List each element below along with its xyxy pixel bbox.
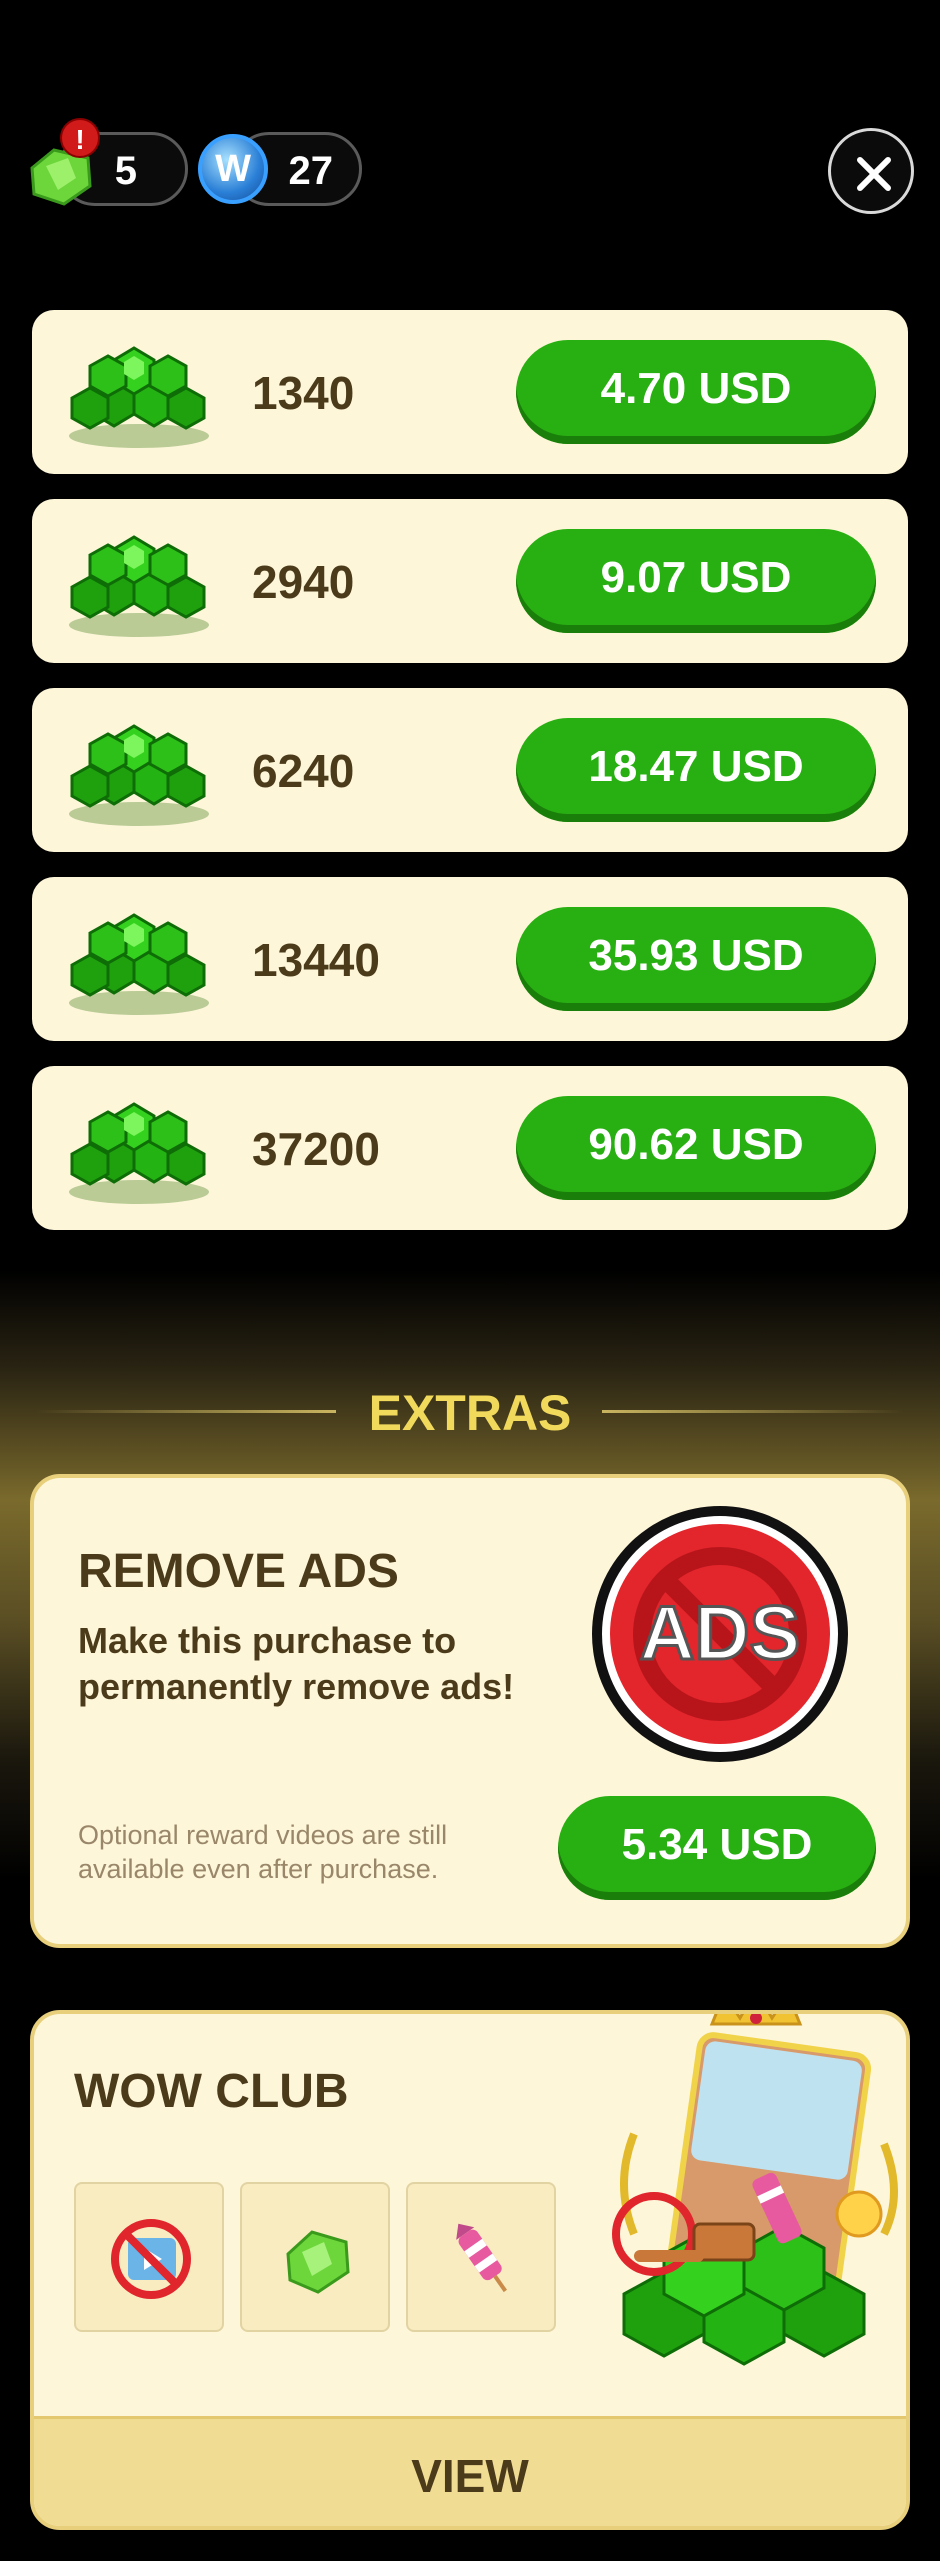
view-button-label: VIEW — [411, 2450, 529, 2502]
firework-rocket-icon — [456, 2223, 508, 2293]
gem-pile-icon — [67, 1102, 211, 1206]
wow-club-card[interactable]: WOW CLUB VIEW — [30, 2010, 910, 2530]
buy-button[interactable]: 90.62 USD — [516, 1096, 876, 1200]
remove-ads-note: Optional reward videos are still availab… — [78, 1820, 448, 1884]
pack-amount: 37200 — [252, 1123, 380, 1175]
wow-coin-icon: W — [198, 134, 268, 204]
gem-pile-icon — [67, 346, 211, 450]
pack-amount: 1340 — [252, 367, 355, 419]
close-icon — [857, 157, 891, 191]
gem-icon — [286, 2230, 350, 2294]
pack-amount: 6240 — [252, 745, 355, 797]
gem-pack-5: 37200 90.62 USD — [32, 1066, 908, 1230]
gems-count: 5 — [114, 149, 137, 193]
gem-pack-4: 13440 35.93 USD — [32, 877, 908, 1041]
gem-pack-1: 1340 4.70 USD — [32, 310, 908, 474]
coins-count: 27 — [288, 149, 334, 193]
gem-pack-3: 6240 18.47 USD — [32, 688, 908, 852]
perk-no-ads — [74, 2182, 224, 2332]
wow-club-title: WOW CLUB — [74, 2065, 349, 2118]
remove-ads-description: Make this purchase to permanently remove… — [78, 1620, 515, 1707]
divider — [602, 1410, 904, 1413]
buy-button[interactable]: 9.07 USD — [516, 529, 876, 633]
buy-button[interactable]: 35.93 USD — [516, 907, 876, 1011]
perk-firework — [406, 2182, 556, 2332]
alert-badge: ! — [60, 118, 100, 158]
close-button[interactable] — [828, 128, 914, 214]
top-bar: 5 ! 27 W — [0, 0, 940, 230]
gem-pile-icon — [67, 724, 211, 828]
pack-amount: 2940 — [252, 556, 355, 608]
gem-pile-icon — [67, 535, 211, 639]
gem-pile-icon — [67, 913, 211, 1017]
no-ads-icon: ADS — [592, 1506, 848, 1762]
no-ads-icon-text: ADS — [640, 1591, 800, 1676]
divider — [36, 1410, 336, 1413]
buy-button[interactable]: 18.47 USD — [516, 718, 876, 822]
wow-club-art — [612, 2014, 898, 2366]
remove-ads-title: REMOVE ADS — [78, 1545, 399, 1598]
buy-button[interactable]: 4.70 USD — [516, 340, 876, 444]
gem-pack-2: 2940 9.07 USD — [32, 499, 908, 663]
no-ads-video-icon — [111, 2219, 191, 2299]
pack-amount: 13440 — [252, 934, 380, 986]
perk-gems — [240, 2182, 390, 2332]
remove-ads-buy-button[interactable]: 5.34 USD — [558, 1796, 876, 1900]
extras-title: EXTRAS — [368, 1385, 572, 1441]
view-button[interactable]: VIEW — [34, 2416, 906, 2526]
remove-ads-card: REMOVE ADS Make this purchase to permane… — [30, 1474, 910, 1948]
